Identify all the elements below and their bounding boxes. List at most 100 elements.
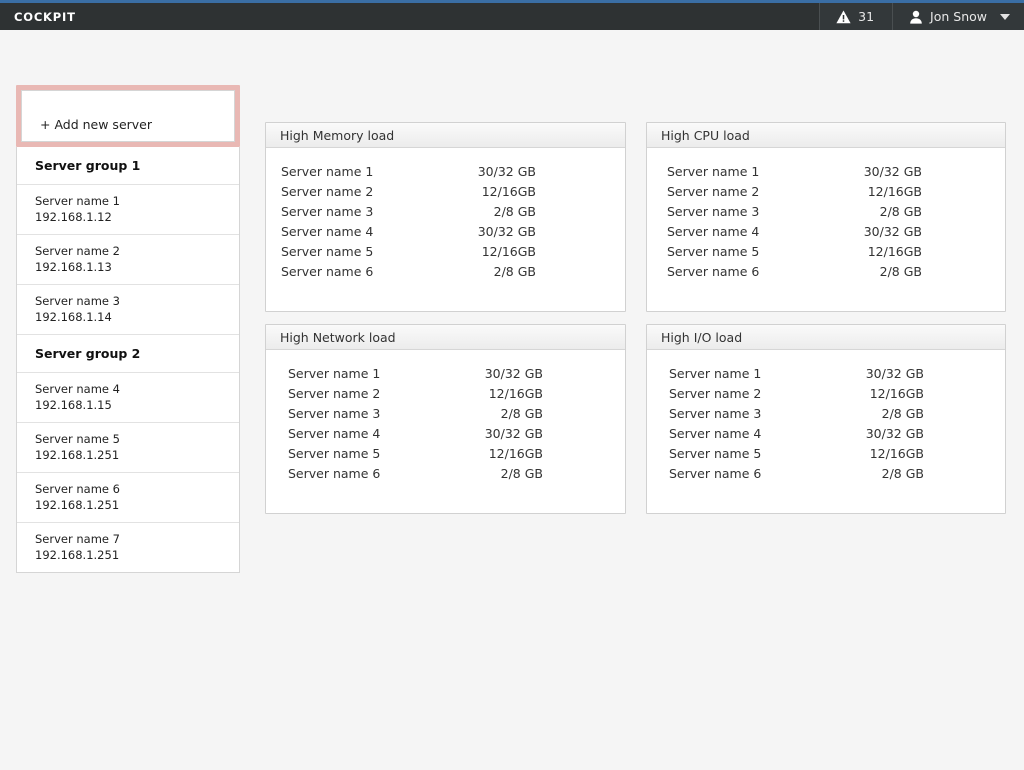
add-new-server-highlight: + Add new server	[16, 85, 240, 147]
load-row-value: 30/32 GB	[484, 366, 543, 381]
server-name-label: Server name 7	[35, 532, 120, 547]
user-menu-button[interactable]: Jon Snow	[892, 3, 1024, 30]
load-row-value: 12/16GB	[488, 386, 543, 401]
load-row-value: 12/16GB	[481, 184, 536, 199]
top-navigation-bar: COCKPIT 31 Jon Snow	[0, 3, 1024, 30]
card-high-cpu-load: High CPU load Server name 1 30/32 GB Serve…	[646, 122, 1006, 312]
card-title: High CPU load	[661, 127, 750, 143]
load-row: Server name 4 30/32 GB	[667, 222, 1005, 242]
add-new-server-button[interactable]: + Add new server	[21, 90, 235, 142]
sidebar-server-item[interactable]: Server name 4 192.168.1.15	[17, 373, 239, 424]
load-row-value: 12/16GB	[488, 446, 543, 461]
load-row-value: 30/32 GB	[863, 164, 922, 179]
load-row-server-name: Server name 1	[281, 164, 374, 179]
server-group-header: Server group 2	[17, 335, 239, 374]
load-row-value: 12/16GB	[867, 184, 922, 199]
load-row-server-name: Server name 3	[669, 406, 762, 421]
load-row: Server name 3 2/8 GB	[288, 404, 625, 424]
load-row-value: 12/16GB	[481, 244, 536, 259]
sidebar-server-item[interactable]: Server name 6 192.168.1.251	[17, 473, 239, 524]
load-row: Server name 1 30/32 GB	[669, 364, 1005, 384]
sidebar-server-item[interactable]: Server name 7 192.168.1.251	[17, 523, 239, 573]
load-row-value: 12/16GB	[869, 446, 924, 461]
server-ip-label: 192.168.1.15	[35, 397, 112, 412]
load-row: Server name 3 2/8 GB	[667, 202, 1005, 222]
card-body: Server name 1 30/32 GB Server name 2 12/16G…	[266, 350, 625, 494]
card-high-network-load: High Network load Server name 1 30/32 GB S…	[265, 324, 626, 514]
load-row-value: 2/8 GB	[879, 264, 922, 279]
load-row-value: 30/32 GB	[865, 426, 924, 441]
card-header: High I/O load	[647, 325, 1005, 350]
server-ip-label: 192.168.1.14	[35, 309, 112, 324]
load-row: Server name 6 2/8 GB	[669, 464, 1005, 484]
load-row-value: 30/32 GB	[477, 224, 536, 239]
sidebar-server-item[interactable]: Server name 3 192.168.1.14	[17, 285, 239, 336]
chevron-down-icon	[1000, 13, 1010, 20]
alerts-button[interactable]: 31	[819, 3, 893, 30]
load-row-value: 2/8 GB	[881, 406, 924, 421]
load-row-server-name: Server name 4	[281, 224, 374, 239]
load-row-server-name: Server name 3	[281, 204, 374, 219]
card-high-io-load: High I/O load Server name 1 30/32 GB Serve…	[646, 324, 1006, 514]
card-header: High Network load	[266, 325, 625, 350]
load-row-value: 2/8 GB	[879, 204, 922, 219]
load-row-value: 30/32 GB	[484, 426, 543, 441]
server-ip-label: 192.168.1.12	[35, 209, 112, 224]
server-sidebar: + Add new server Server group 1 Server na…	[16, 85, 240, 574]
load-row-server-name: Server name 5	[669, 446, 762, 461]
server-ip-label: 192.168.1.251	[35, 497, 120, 512]
load-row: Server name 6 2/8 GB	[667, 262, 1005, 282]
load-row-server-name: Server name 5	[667, 244, 760, 259]
load-row-server-name: Server name 1	[288, 366, 381, 381]
load-row: Server name 4 30/32 GB	[288, 424, 625, 444]
load-row-server-name: Server name 2	[669, 386, 762, 401]
load-row: Server name 3 2/8 GB	[669, 404, 1005, 424]
load-row-value: 30/32 GB	[863, 224, 922, 239]
load-row-server-name: Server name 2	[281, 184, 374, 199]
load-row-value: 2/8 GB	[493, 264, 536, 279]
brand-title: COCKPIT	[14, 9, 76, 24]
card-body: Server name 1 30/32 GB Server name 2 12/16G…	[266, 148, 625, 292]
load-row: Server name 3 2/8 GB	[281, 202, 625, 222]
load-row-server-name: Server name 1	[667, 164, 760, 179]
load-row: Server name 1 30/32 GB	[281, 162, 625, 182]
card-title: High Memory load	[280, 127, 395, 143]
load-row-server-name: Server name 6	[669, 466, 762, 481]
load-row: Server name 1 30/32 GB	[667, 162, 1005, 182]
load-row-server-name: Server name 1	[669, 366, 762, 381]
server-group-list: Server group 1 Server name 1 192.168.1.12 S…	[16, 147, 240, 574]
load-row: Server name 4 30/32 GB	[669, 424, 1005, 444]
load-row: Server name 2 12/16GB	[288, 384, 625, 404]
load-row: Server name 4 30/32 GB	[281, 222, 625, 242]
server-name-label: Server name 4	[35, 382, 120, 397]
load-row-server-name: Server name 6	[288, 466, 381, 481]
sidebar-server-item[interactable]: Server name 1 192.168.1.12	[17, 185, 239, 236]
sidebar-server-item[interactable]: Server name 5 192.168.1.251	[17, 423, 239, 474]
load-row-value: 2/8 GB	[881, 466, 924, 481]
user-name-label: Jon Snow	[930, 9, 987, 24]
load-row: Server name 5 12/16GB	[669, 444, 1005, 464]
load-row: Server name 2 12/16GB	[669, 384, 1005, 404]
load-row: Server name 6 2/8 GB	[281, 262, 625, 282]
warning-triangle-icon	[836, 10, 851, 24]
load-row-server-name: Server name 3	[288, 406, 381, 421]
load-row-server-name: Server name 3	[667, 204, 760, 219]
server-group-header: Server group 1	[17, 147, 239, 185]
load-row-value: 12/16GB	[869, 386, 924, 401]
load-row-value: 2/8 GB	[500, 406, 543, 421]
server-name-label: Server name 5	[35, 432, 120, 447]
load-row-server-name: Server name 5	[281, 244, 374, 259]
load-row-server-name: Server name 6	[281, 264, 374, 279]
sidebar-server-item[interactable]: Server name 2 192.168.1.13	[17, 235, 239, 286]
user-avatar-icon	[909, 10, 923, 24]
card-high-memory-load: High Memory load Server name 1 30/32 GB Se…	[265, 122, 626, 312]
server-name-label: Server name 1	[35, 194, 120, 208]
load-row-server-name: Server name 4	[667, 224, 760, 239]
load-row-value: 2/8 GB	[500, 466, 543, 481]
load-row-server-name: Server name 4	[669, 426, 762, 441]
load-row-value: 30/32 GB	[477, 164, 536, 179]
server-name-label: Server name 2	[35, 244, 120, 259]
load-row-value: 2/8 GB	[493, 204, 536, 219]
card-title: High I/O load	[661, 329, 743, 345]
load-row: Server name 6 2/8 GB	[288, 464, 625, 484]
